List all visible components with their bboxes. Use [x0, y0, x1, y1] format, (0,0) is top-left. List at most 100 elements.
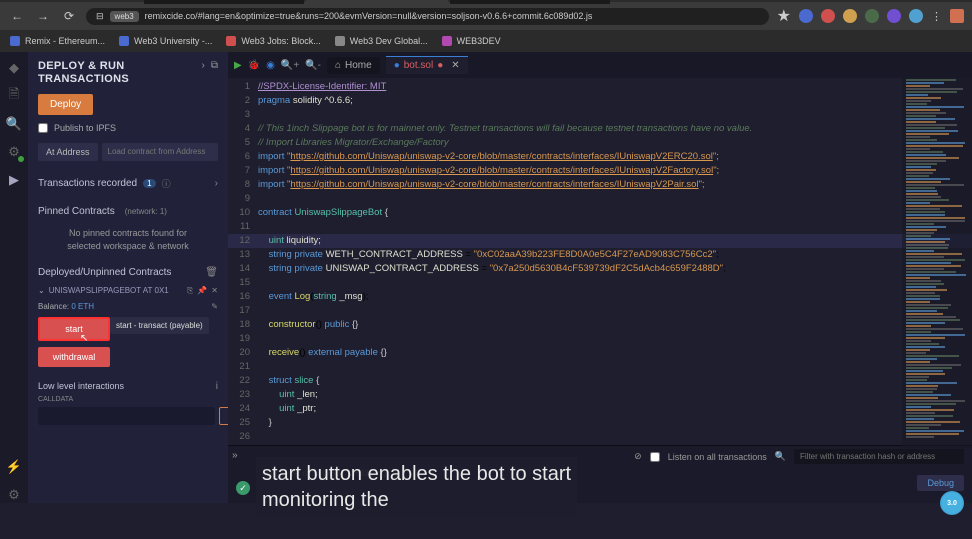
code-line[interactable]: 12 uint liquidity;	[228, 234, 972, 248]
bookmark-label: WEB3DEV	[457, 36, 501, 46]
settings-icon[interactable]: ⚙	[6, 487, 22, 503]
bookmark-star-icon[interactable]: ★	[777, 6, 791, 26]
bookmark-favicon	[119, 36, 129, 46]
code-line[interactable]: 22 struct slice {	[228, 374, 972, 388]
code-line[interactable]: 9	[228, 192, 972, 206]
chevron-down-icon[interactable]: ⌄	[38, 286, 45, 295]
plugin-icon[interactable]: ⚡	[6, 459, 22, 475]
back-icon[interactable]: ←	[8, 9, 26, 23]
tab-home[interactable]: ⌂ Home	[327, 57, 380, 74]
info-icon[interactable]: i	[216, 381, 218, 392]
deployed-contract-row[interactable]: ⌄ UNISWAPSLIPPAGEBOT AT 0X1 ⎘ 📌 ✕	[38, 286, 218, 296]
calldata-input[interactable]	[38, 407, 215, 425]
profile-avatar[interactable]	[950, 9, 964, 23]
address-bar[interactable]: ⊟ web3 remixcide.co/#lang=en&optimize=tr…	[86, 8, 769, 25]
bookmark-favicon	[10, 36, 20, 46]
terminal-search-input[interactable]	[794, 449, 964, 464]
remix-logo-icon[interactable]: ◆	[6, 60, 22, 76]
code-line[interactable]: 1//SPDX-License-Identifier: MIT	[228, 80, 972, 94]
start-button[interactable]: start start - transact (payable) ↖	[38, 317, 110, 341]
balance-label: Balance:	[38, 302, 69, 311]
extension-icon[interactable]	[821, 9, 835, 23]
at-address-button[interactable]: At Address	[38, 143, 98, 161]
debug-icon[interactable]: 🐞	[248, 60, 260, 71]
toggle-icon[interactable]: ◉	[266, 60, 275, 71]
play-icon[interactable]: ▶	[234, 60, 242, 71]
pin-icon[interactable]: 📌	[197, 286, 207, 295]
code-line[interactable]: 18 constructor() public {}	[228, 318, 972, 332]
bookmark-favicon	[335, 36, 345, 46]
clear-console-icon[interactable]: ⊘	[634, 451, 642, 462]
bookmark-item[interactable]: Remix - Ethereum...	[10, 36, 105, 46]
zoom-in-icon[interactable]: 🔍+	[281, 60, 299, 71]
bookmark-item[interactable]: Web3 Jobs: Block...	[226, 36, 320, 46]
code-line[interactable]: 20 receive() external payable {}	[228, 346, 972, 360]
minimap[interactable]	[902, 78, 972, 448]
extension-icon[interactable]	[909, 9, 923, 23]
browser-tab[interactable]: Ethereum Sniping Contract E✕	[144, 0, 304, 4]
extensions-menu-icon[interactable]: ⋮	[931, 10, 942, 23]
search-icon[interactable]: 🔍	[775, 451, 786, 462]
tab-file[interactable]: ● bot.sol ● ✕	[386, 56, 468, 74]
withdrawal-button[interactable]: withdrawal	[38, 347, 110, 367]
copy-icon[interactable]: ⎘	[187, 286, 193, 296]
code-line[interactable]: 3	[228, 108, 972, 122]
tooltip: start - transact (payable)	[110, 317, 209, 334]
compiler-icon[interactable]: ⚙	[6, 144, 22, 160]
publish-ipfs-checkbox[interactable]: Publish to IPFS	[38, 123, 218, 133]
code-line[interactable]: 6import "https://github.com/Uniswap/unis…	[228, 150, 972, 164]
code-line[interactable]: 17	[228, 304, 972, 318]
trash-icon[interactable]: 🗑	[205, 267, 218, 278]
code-line[interactable]: 7import "https://github.com/Uniswap/unis…	[228, 164, 972, 178]
code-line[interactable]: 16 event Log(string _msg);	[228, 290, 972, 304]
reload-icon[interactable]: ⟳	[60, 9, 78, 23]
forward-icon[interactable]: →	[34, 9, 52, 23]
chevron-right-icon[interactable]: ›	[202, 60, 205, 71]
code-line[interactable]: 14 string private UNISWAP_CONTRACT_ADDRE…	[228, 262, 972, 276]
code-editor[interactable]: 1//SPDX-License-Identifier: MIT2pragma s…	[228, 78, 972, 445]
search-icon[interactable]: 🔍	[6, 116, 22, 132]
chevron-right-icon[interactable]: ›	[215, 178, 218, 189]
file-explorer-icon[interactable]: 🗎	[6, 88, 22, 104]
bookmark-item[interactable]: Web3 University -...	[119, 36, 212, 46]
code-line[interactable]: 4// This 1inch Slippage bot is for mainn…	[228, 122, 972, 136]
code-line[interactable]: 11	[228, 220, 972, 234]
extension-icon[interactable]	[799, 9, 813, 23]
code-line[interactable]: 23 uint _len;	[228, 388, 972, 402]
extension-icon[interactable]	[887, 9, 901, 23]
bookmark-item[interactable]: WEB3DEV	[442, 36, 501, 46]
site-info-icon[interactable]: ⊟	[96, 11, 104, 22]
home-tab-label: Home	[345, 60, 372, 71]
contract-name: UNISWAPSLIPPAGEBOT AT 0X1	[49, 286, 183, 295]
load-address-input[interactable]: Load contract from Address	[102, 143, 218, 161]
code-line[interactable]: 15	[228, 276, 972, 290]
browser-tab[interactable]: Remix - Ethereum IDE✕	[306, 0, 448, 4]
extension-icon[interactable]	[843, 9, 857, 23]
code-line[interactable]: 8import "https://github.com/Uniswap/unis…	[228, 178, 972, 192]
code-line[interactable]: 24 uint _ptr;	[228, 402, 972, 416]
info-icon[interactable]: ⓘ	[162, 177, 171, 190]
bookmark-item[interactable]: Web3 Dev Global...	[335, 36, 428, 46]
extension-icon[interactable]	[865, 9, 879, 23]
code-line[interactable]: 26	[228, 430, 972, 444]
listen-checkbox[interactable]	[650, 452, 660, 462]
transact-button[interactable]: Transact	[219, 407, 228, 425]
zoom-out-icon[interactable]: 🔍-	[305, 60, 321, 71]
collapse-panel-icon[interactable]: »	[232, 450, 238, 461]
close-icon[interactable]: ✕	[211, 286, 218, 295]
link-icon[interactable]: ⧉	[211, 60, 218, 71]
close-tab-icon[interactable]: ✕	[451, 60, 459, 71]
code-line[interactable]: 2pragma solidity ^0.6.6;	[228, 94, 972, 108]
code-line[interactable]: 5// Import Libraries Migrator/Exchange/F…	[228, 136, 972, 150]
code-line[interactable]: 25 }	[228, 416, 972, 430]
ipfs-checkbox[interactable]	[38, 123, 48, 133]
deploy-button[interactable]: Deploy	[38, 94, 93, 115]
browser-tab[interactable]: Wrapped Ether | Address 0x✕	[450, 0, 610, 4]
debug-button[interactable]: Debug	[917, 475, 964, 491]
code-line[interactable]: 21	[228, 360, 972, 374]
edit-icon[interactable]: ✎	[211, 302, 218, 311]
code-line[interactable]: 10contract UniswapSlippageBot {	[228, 206, 972, 220]
code-line[interactable]: 19	[228, 332, 972, 346]
deploy-run-icon[interactable]: ▶	[6, 172, 22, 188]
code-line[interactable]: 13 string private WETH_CONTRACT_ADDRESS …	[228, 248, 972, 262]
